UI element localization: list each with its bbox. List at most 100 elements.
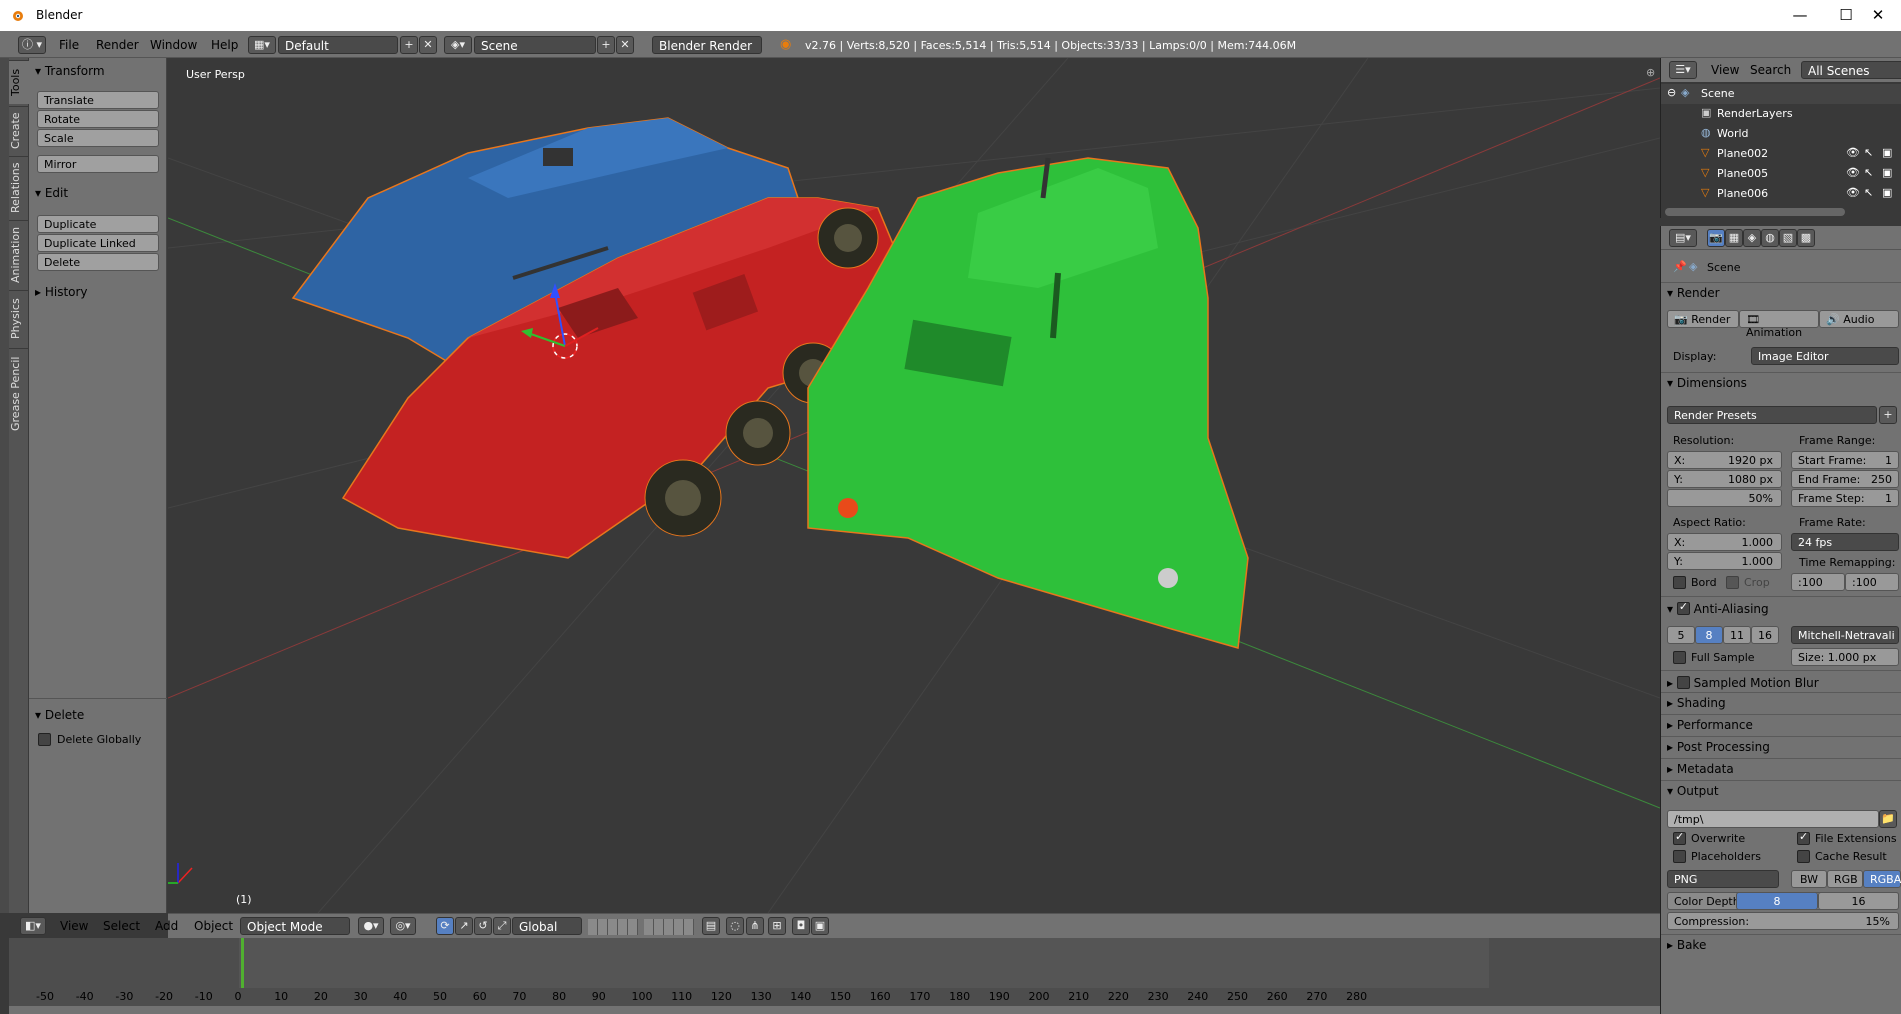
end-frame-field[interactable]: End Frame: 250 xyxy=(1791,470,1899,488)
tab-physics[interactable]: Physics xyxy=(9,290,29,346)
compression-slider[interactable]: Compression: 15% xyxy=(1667,912,1899,930)
anti-aliasing-checkbox[interactable] xyxy=(1676,600,1690,615)
opengl-render-icon[interactable]: ◘ xyxy=(792,917,810,935)
timeline[interactable]: -50 -40 -30 -20 -10 0 10 20 30 40 50 60 70 80 90 100 110… xyxy=(9,938,1660,1014)
editor-type-info-icon[interactable]: ⓘ ▾ xyxy=(18,36,46,54)
transform-panel-header[interactable]: ▾ Transform xyxy=(35,64,105,78)
layer-buttons-a[interactable] xyxy=(588,919,638,935)
outliner-menu-view[interactable]: View xyxy=(1711,63,1739,77)
edit-panel-header[interactable]: ▾ Edit xyxy=(35,186,68,200)
viewport-corner-plus-icon[interactable]: ⊕ xyxy=(1646,66,1655,79)
object-mode-dropdown[interactable]: Object Mode xyxy=(240,917,350,935)
rotate-button[interactable]: Rotate xyxy=(37,110,159,128)
outliner-row-scene[interactable]: ⊖ ◈ Scene xyxy=(1661,84,1901,104)
filter-size-field[interactable]: Size: 1.000 px xyxy=(1791,648,1899,666)
visibility-eye-icon[interactable]: 👁 xyxy=(1846,186,1860,199)
placeholders-checkbox[interactable] xyxy=(1673,850,1686,863)
proportional-edit-icon[interactable]: ◌ xyxy=(726,917,744,935)
delete-button[interactable]: Delete xyxy=(37,253,159,271)
remap-new-field[interactable]: :100 xyxy=(1845,573,1899,591)
post-processing-panel-header[interactable]: ▸ Post Processing xyxy=(1667,740,1770,754)
resolution-y-field[interactable]: Y: 1080 px xyxy=(1667,470,1782,488)
render-camera-icon[interactable]: ▣ xyxy=(1882,186,1892,199)
menu-render[interactable]: Render xyxy=(96,38,139,52)
render-context-icon[interactable]: 📷 xyxy=(1707,229,1725,247)
menu-select[interactable]: Select xyxy=(103,919,140,933)
border-checkbox[interactable] xyxy=(1673,576,1686,589)
output-panel-header[interactable]: ▾ Output xyxy=(1667,784,1719,798)
select-arrow-icon[interactable]: ↖ xyxy=(1864,186,1873,199)
cache-result-checkbox[interactable] xyxy=(1797,850,1810,863)
outliner-row-world[interactable]: ◍ World xyxy=(1661,124,1901,144)
visibility-eye-icon[interactable]: 👁 xyxy=(1846,146,1860,159)
timeline-current-frame[interactable] xyxy=(241,938,244,988)
frame-rate-dropdown[interactable]: 24 fps xyxy=(1791,533,1899,551)
translate-manipulator-icon[interactable]: ↗ xyxy=(455,917,473,935)
tab-tools[interactable]: Tools xyxy=(9,60,29,104)
scale-button[interactable]: Scale xyxy=(37,129,159,147)
file-extensions-checkbox[interactable] xyxy=(1797,830,1810,845)
browse-folder-icon[interactable]: 📁 xyxy=(1879,810,1897,828)
menu-help[interactable]: Help xyxy=(211,38,238,52)
motion-blur-panel-header[interactable]: ▸ Sampled Motion Blur xyxy=(1667,674,1819,690)
aa-samples-8[interactable]: 8 xyxy=(1695,626,1723,644)
overwrite-checkbox[interactable] xyxy=(1673,830,1686,845)
scale-manipulator-icon[interactable]: ⤢ xyxy=(493,917,511,935)
add-screen-icon[interactable]: + xyxy=(400,36,418,54)
outliner-row-plane005[interactable]: ▽ Plane005 👁 ↖ ▣ xyxy=(1661,164,1901,184)
tab-animation[interactable]: Animation xyxy=(9,220,29,288)
resolution-x-field[interactable]: X: 1920 px xyxy=(1667,451,1782,469)
aa-samples-16[interactable]: 16 xyxy=(1751,626,1779,644)
remove-screen-icon[interactable]: ✕ xyxy=(419,36,437,54)
aspect-y-field[interactable]: Y: 1.000 xyxy=(1667,552,1782,570)
menu-file[interactable]: File xyxy=(59,38,79,52)
tab-create[interactable]: Create xyxy=(9,106,29,154)
3d-viewport[interactable]: User Persp (1) ⊕ xyxy=(168,58,1660,913)
frame-step-field[interactable]: Frame Step: 1 xyxy=(1791,489,1899,507)
collapse-arrow-icon[interactable]: ⊖ xyxy=(1667,86,1676,99)
render-camera-icon[interactable]: ▣ xyxy=(1882,166,1892,179)
metadata-panel-header[interactable]: ▸ Metadata xyxy=(1667,762,1734,776)
pivot-point-icon[interactable]: ◎▾ xyxy=(390,917,416,935)
delete-globally-checkbox[interactable] xyxy=(38,733,51,746)
color-depth-16-button[interactable]: 16 xyxy=(1818,892,1899,910)
menu-add[interactable]: Add xyxy=(155,919,178,933)
delete-operator-header[interactable]: ▾ Delete xyxy=(35,708,84,722)
remap-old-field[interactable]: :100 xyxy=(1791,573,1845,591)
display-dropdown[interactable]: Image Editor xyxy=(1751,347,1899,365)
mirror-button[interactable]: Mirror xyxy=(37,155,159,173)
color-bw-button[interactable]: BW xyxy=(1791,870,1827,888)
outliner-menu-search[interactable]: Search xyxy=(1750,63,1791,77)
performance-panel-header[interactable]: ▸ Performance xyxy=(1667,718,1753,732)
menu-window[interactable]: Window xyxy=(150,38,197,52)
render-presets-dropdown[interactable]: Render Presets xyxy=(1667,406,1877,424)
render-engine-dropdown[interactable]: Blender Render xyxy=(652,36,762,54)
full-sample-checkbox[interactable] xyxy=(1673,651,1686,664)
select-arrow-icon[interactable]: ↖ xyxy=(1864,146,1873,159)
menu-view[interactable]: View xyxy=(60,919,88,933)
shading-mode-icon[interactable]: ●▾ xyxy=(358,917,384,935)
anti-aliasing-panel-header[interactable]: ▾ Anti-Aliasing xyxy=(1667,600,1769,616)
aa-samples-5[interactable]: 5 xyxy=(1667,626,1695,644)
snap-target-icon[interactable]: ⊞ xyxy=(768,917,786,935)
tab-grease-pencil[interactable]: Grease Pencil xyxy=(9,348,29,438)
duplicate-linked-button[interactable]: Duplicate Linked xyxy=(37,234,159,252)
add-preset-icon[interactable]: + xyxy=(1879,406,1897,424)
snap-icon[interactable]: ⋔ xyxy=(746,917,764,935)
opengl-anim-icon[interactable]: ▣ xyxy=(811,917,829,935)
world-context-icon[interactable]: ◍ xyxy=(1761,229,1779,247)
start-frame-field[interactable]: Start Frame: 1 xyxy=(1791,451,1899,469)
crop-checkbox[interactable] xyxy=(1726,576,1739,589)
scene-name-field[interactable]: Scene xyxy=(474,36,596,54)
close-window-button[interactable]: ✕ xyxy=(1855,0,1901,31)
object-context-icon[interactable]: ▧ xyxy=(1779,229,1797,247)
aa-samples-11[interactable]: 11 xyxy=(1723,626,1751,644)
lock-layers-icon[interactable]: ▤ xyxy=(702,917,720,935)
output-path-field[interactable]: /tmp\ xyxy=(1667,810,1879,828)
menu-object[interactable]: Object xyxy=(194,919,233,933)
bake-panel-header[interactable]: ▸ Bake xyxy=(1667,938,1706,952)
tab-relations[interactable]: Relations xyxy=(9,156,29,218)
manipulator-toggle-icon[interactable]: ⟳ xyxy=(436,917,454,935)
editor-type-3dview-icon[interactable]: ◧▾ xyxy=(20,917,46,935)
editor-type-properties-icon[interactable]: ▤▾ xyxy=(1669,229,1697,247)
